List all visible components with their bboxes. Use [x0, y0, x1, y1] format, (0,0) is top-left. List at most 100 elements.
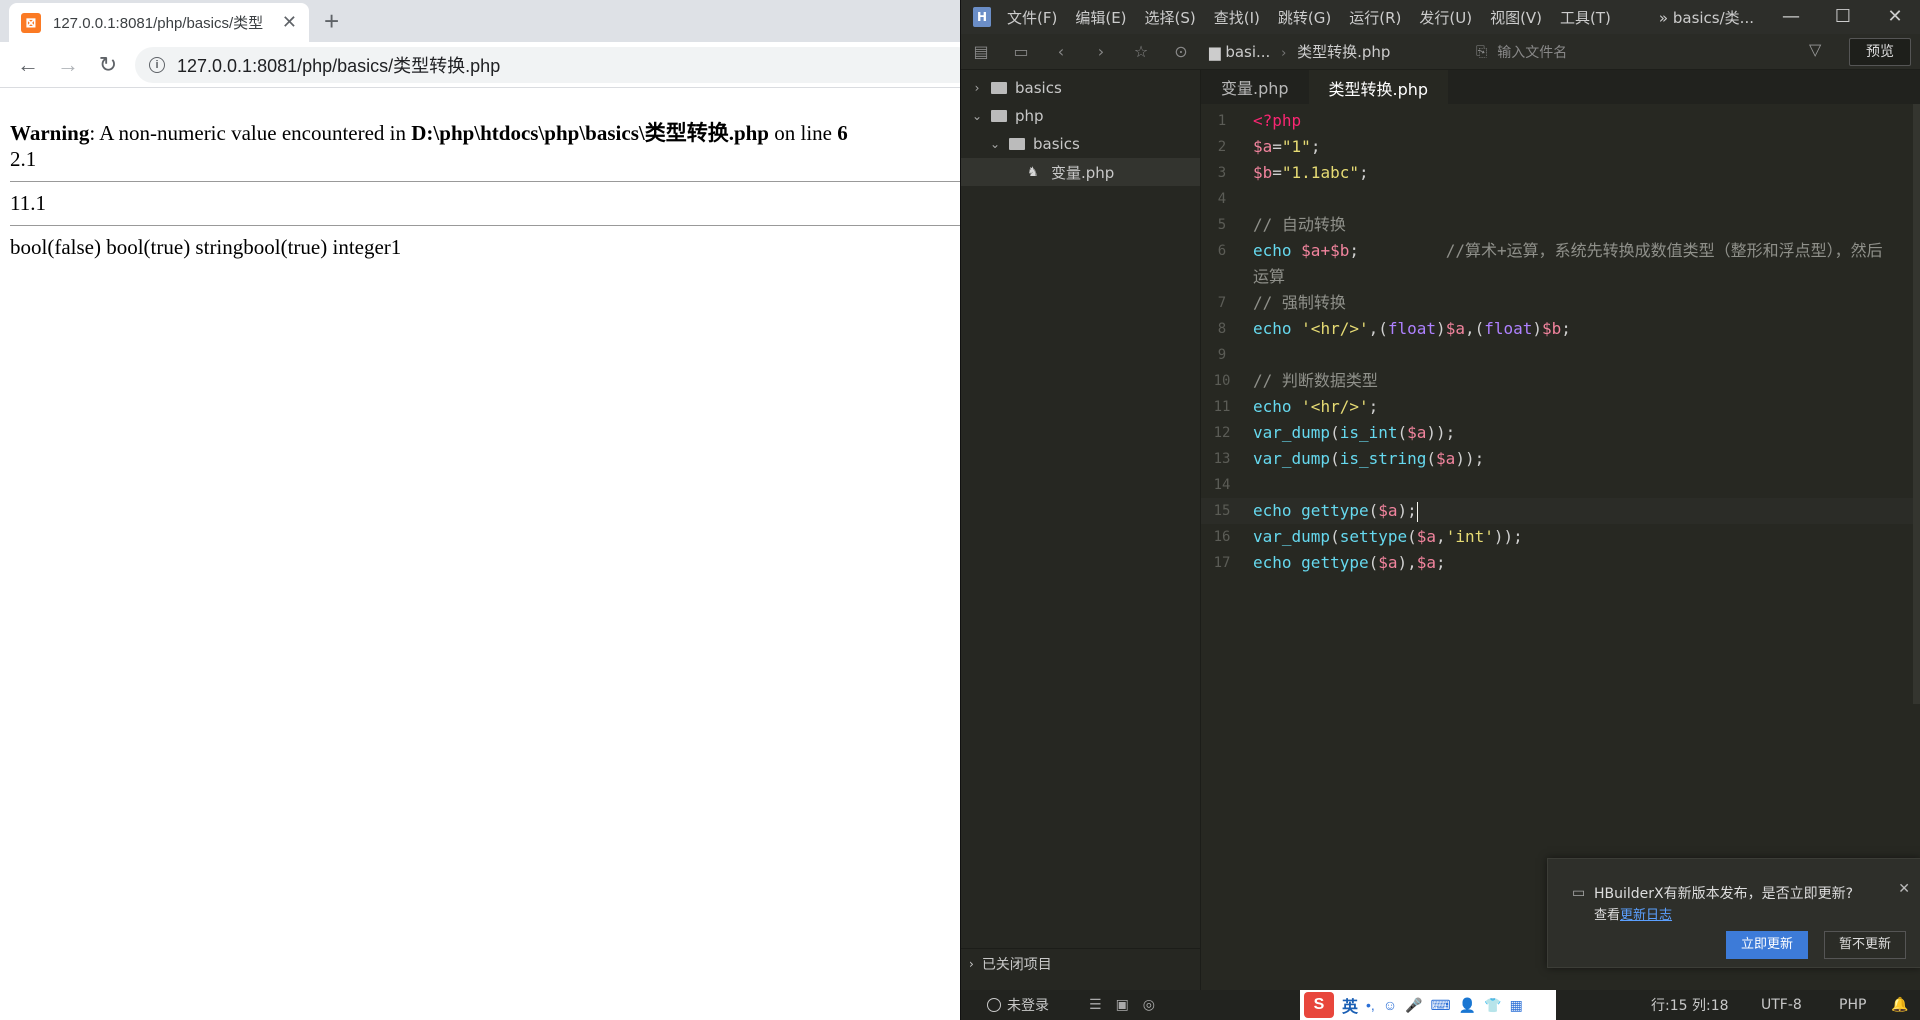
tree-item-basics[interactable]: › basics — [961, 74, 1200, 102]
window-title-crumb: » basics/类... — [1658, 8, 1754, 27]
forward-icon[interactable]: → — [48, 52, 88, 78]
menu-run[interactable]: 运行(R) — [1349, 7, 1401, 28]
menu-publish[interactable]: 发行(U) — [1419, 7, 1472, 28]
file-search[interactable]: ⎘ 输入文件名 — [1476, 38, 1806, 66]
code-token: + — [1320, 241, 1331, 260]
message-icon: ▭ — [1572, 885, 1586, 901]
skip-update-button[interactable]: 暂不更新 — [1824, 931, 1906, 959]
code-token: ( — [1330, 423, 1340, 442]
code-comment: // 自动转换 — [1253, 215, 1346, 234]
tree-label: basics — [1015, 79, 1062, 97]
user-icon[interactable]: 👤 — [1459, 997, 1476, 1014]
close-tab-icon[interactable]: ✕ — [282, 12, 297, 33]
code-token: echo — [1253, 553, 1302, 572]
file-search-placeholder: 输入文件名 — [1497, 45, 1568, 61]
keyboard-icon[interactable]: ⌨ — [1431, 997, 1451, 1014]
line-number: 6 — [1217, 243, 1227, 259]
closed-projects[interactable]: › 已关闭项目 — [961, 948, 1201, 978]
editor-tabs: 变量.php 类型转换.php — [1201, 70, 1920, 104]
back-icon[interactable]: ← — [8, 52, 48, 78]
tab-variable-php[interactable]: 变量.php — [1201, 70, 1309, 104]
file-encoding[interactable]: UTF-8 — [1761, 997, 1802, 1013]
new-tab-icon[interactable]: + — [324, 6, 339, 37]
code-line: 9 — [1201, 342, 1913, 368]
page-content: Warning: A non-numeric value encountered… — [10, 120, 960, 260]
star-icon[interactable]: ☆ — [1121, 42, 1161, 61]
new-file-icon[interactable]: ▤ — [961, 42, 1001, 61]
tree-label: php — [1015, 107, 1044, 125]
outline-icon[interactable]: ☰ — [1089, 997, 1102, 1013]
punctuation-icon[interactable]: •, — [1366, 997, 1375, 1013]
menu-select[interactable]: 选择(S) — [1145, 7, 1196, 28]
nav-back-icon[interactable]: ‹ — [1041, 42, 1081, 61]
nav-forward-icon[interactable]: › — [1081, 42, 1121, 61]
filter-icon[interactable]: ▽ — [1809, 40, 1821, 59]
emoji-icon[interactable]: ☺ — [1383, 997, 1397, 1013]
breadcrumb: ▆ basi... › 类型转换.php — [1209, 41, 1390, 62]
tab-strip: ⊠ 127.0.0.1:8081/php/basics/类型 ✕ + — [0, 0, 960, 42]
menu-file[interactable]: 文件(F) — [1007, 7, 1057, 28]
menu-find[interactable]: 查找(I) — [1214, 7, 1260, 28]
line-number: 9 — [1217, 347, 1227, 363]
code-token: ( — [1397, 423, 1408, 442]
php-file-icon: ♞ — [1027, 164, 1039, 180]
minimize-icon[interactable]: — — [1765, 0, 1817, 34]
project-folder-icon — [991, 82, 1007, 94]
file-language[interactable]: PHP — [1839, 997, 1866, 1013]
site-info-icon[interactable]: i — [149, 57, 165, 73]
editor-scrollbar[interactable] — [1913, 104, 1920, 704]
code-token: ); — [1397, 501, 1417, 520]
line-number: 5 — [1217, 217, 1227, 233]
notification-message: HBuilderX有新版本发布，是否立即更新? — [1594, 886, 1854, 902]
divider — [10, 181, 960, 182]
tab-type-conversion-php[interactable]: 类型转换.php — [1308, 70, 1449, 104]
ime-mode[interactable]: 英 — [1342, 993, 1358, 1017]
save-icon[interactable]: ▭ — [1001, 42, 1041, 61]
folder-icon: ▆ — [1209, 43, 1221, 61]
code-token: $a — [1436, 449, 1456, 468]
sogou-logo-icon[interactable]: S — [1304, 992, 1334, 1018]
menu-edit[interactable]: 编辑(E) — [1075, 7, 1126, 28]
code-token: )); — [1426, 423, 1456, 442]
login-status[interactable]: 未登录 — [987, 995, 1049, 1015]
close-notification-icon[interactable]: ✕ — [1898, 881, 1910, 897]
tree-item-php[interactable]: ⌄ php — [961, 102, 1200, 130]
code-token: settype — [1339, 527, 1408, 546]
code-line: 3 $b="1.1abc"; — [1201, 160, 1913, 186]
output-line: bool(false) bool(true) stringbool(true) … — [10, 235, 402, 259]
tree-label: basics — [1033, 135, 1080, 153]
browser-tab[interactable]: ⊠ 127.0.0.1:8081/php/basics/类型 ✕ — [9, 3, 309, 42]
microphone-icon[interactable]: 🎤 — [1405, 997, 1422, 1014]
tree-item-variable-php[interactable]: ♞ 变量.php — [961, 158, 1200, 186]
maximize-icon[interactable]: ☐ — [1817, 0, 1869, 34]
line-number: 4 — [1217, 191, 1227, 207]
reload-icon[interactable]: ↻ — [88, 52, 128, 78]
menu-goto[interactable]: 跳转(G) — [1278, 7, 1331, 28]
changelog-link[interactable]: 更新日志 — [1620, 908, 1672, 923]
update-now-button[interactable]: 立即更新 — [1726, 931, 1808, 959]
toolbox-icon[interactable]: ▦ — [1510, 997, 1523, 1014]
menu-tools[interactable]: 工具(T) — [1560, 7, 1611, 28]
terminal-icon[interactable]: ▣ — [1116, 997, 1129, 1013]
cursor-position[interactable]: 行:15 列:18 — [1651, 995, 1729, 1015]
code-token: ; — [1436, 553, 1446, 572]
run-icon[interactable]: ⊙ — [1161, 42, 1201, 61]
tree-item-php-basics[interactable]: ⌄ basics — [961, 130, 1200, 158]
code-line: 7 // 强制转换 — [1201, 290, 1913, 316]
breadcrumb-file[interactable]: 类型转换.php — [1297, 43, 1390, 61]
code-line: 11 echo '<hr/>'; — [1201, 394, 1913, 420]
bell-icon[interactable]: 🔔 — [1891, 997, 1908, 1013]
code-line: 16 var_dump(settype($a,'int')); — [1201, 524, 1913, 550]
code-token: $a — [1378, 553, 1398, 572]
preview-button[interactable]: 预览 — [1849, 38, 1911, 66]
browser-toolbar: ← → ↻ i 127.0.0.1:8081/php/basics/类型转换.p… — [0, 42, 960, 88]
skin-icon[interactable]: 👕 — [1484, 997, 1501, 1014]
login-label: 未登录 — [1007, 998, 1049, 1014]
line-number: 7 — [1217, 295, 1227, 311]
close-window-icon[interactable]: ✕ — [1869, 0, 1920, 34]
browser-icon[interactable]: ◎ — [1143, 997, 1155, 1013]
address-bar[interactable]: i 127.0.0.1:8081/php/basics/类型转换.php — [135, 47, 960, 83]
code-token: gettype — [1301, 553, 1369, 572]
breadcrumb-folder[interactable]: basi... — [1225, 43, 1270, 61]
menu-view[interactable]: 视图(V) — [1490, 7, 1542, 28]
